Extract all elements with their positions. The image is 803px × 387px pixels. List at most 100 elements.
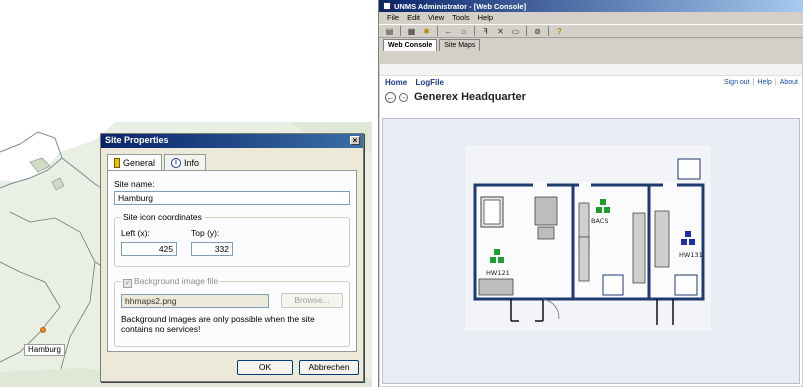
general-tab-panel: Site name: Hamburg Site icon coordinates…	[107, 170, 357, 352]
toolbar-separator	[548, 26, 549, 36]
web-page: Home LogFile Sign out | Help | About ← → Gen…	[380, 64, 802, 386]
device-label: HW131	[679, 251, 703, 259]
door-gap	[579, 182, 591, 188]
save-icon[interactable]: ▤	[385, 27, 394, 36]
outside-box	[677, 158, 701, 180]
furniture	[537, 226, 555, 240]
home-link[interactable]: Home	[385, 78, 407, 87]
tab-site-maps[interactable]: Site Maps	[439, 39, 481, 51]
toolbar-separator	[400, 26, 401, 36]
forward-circle-icon[interactable]: →	[399, 93, 408, 102]
back-arrow-icon[interactable]: ←	[444, 27, 453, 36]
info-icon: i	[171, 157, 182, 168]
nav-links: Home LogFile	[385, 78, 450, 87]
cancel-button[interactable]: Abbrechen	[299, 360, 359, 375]
device-label: HW121	[486, 269, 510, 277]
console-titlebar[interactable]: UNMS Administrator - [Web Console]	[379, 0, 803, 12]
menubar: File Edit View Tools Help	[379, 12, 803, 24]
site-name-field[interactable]: Hamburg	[114, 191, 350, 205]
device-status-icon	[604, 207, 610, 213]
dialog-tabs: General i Info	[107, 154, 208, 171]
floorplan-canvas: HW121 BACS HW131	[382, 118, 800, 384]
yellow-marker-icon	[114, 158, 120, 168]
background-image-group: ✓ Background image file hhmaps2.png Brows…	[114, 276, 350, 347]
toolbar-separator	[526, 26, 527, 36]
cabinet	[674, 274, 698, 296]
screenshot-root: Hamburg Site Properties × General i Info…	[0, 0, 803, 387]
dialog-titlebar[interactable]: Site Properties ×	[101, 134, 363, 148]
sign-out-link[interactable]: Sign out	[724, 79, 750, 86]
background-image-label: Background image file	[134, 276, 219, 286]
menu-view[interactable]: View	[428, 13, 444, 23]
site-properties-dialog: Site Properties × General i Info Site na…	[100, 133, 364, 382]
city-label: Hamburg	[24, 344, 65, 356]
home-icon[interactable]: ⌂	[459, 27, 468, 36]
help-link[interactable]: Help	[757, 79, 771, 86]
furniture	[534, 196, 558, 226]
back-circle-icon[interactable]: ←	[385, 92, 396, 103]
format-icon[interactable]: ꟻ	[481, 27, 490, 36]
coords-group-title: Site icon coordinates	[121, 212, 204, 222]
left-x-label: Left (x):	[121, 228, 150, 238]
tab-info-label: Info	[184, 157, 200, 168]
close-icon[interactable]: ×	[350, 136, 360, 145]
tab-info[interactable]: i Info	[164, 154, 207, 170]
furniture	[478, 278, 514, 296]
device-status-icon	[681, 239, 687, 245]
page-header-strip	[380, 64, 802, 76]
device-status-icon	[685, 231, 691, 237]
device-status-icon	[498, 257, 504, 263]
tab-general-label: General	[123, 158, 156, 168]
background-image-checkbox[interactable]: ✓	[123, 279, 132, 288]
app-icon	[383, 2, 391, 10]
background-file-field[interactable]: hhmaps2.png	[121, 294, 269, 308]
about-link[interactable]: About	[780, 79, 798, 86]
device-label: BACS	[591, 217, 608, 225]
toolbar-separator	[474, 26, 475, 36]
ok-button[interactable]: OK	[237, 360, 293, 375]
furniture	[483, 199, 501, 225]
user-links: Sign out | Help | About	[724, 79, 798, 86]
page-title: Generex Headquarter	[414, 91, 526, 103]
dialog-title: Site Properties	[105, 135, 169, 145]
device-status-icon	[600, 199, 606, 205]
background-image-checkbox-row[interactable]: ✓ Background image file	[121, 276, 221, 288]
rack	[578, 236, 590, 282]
cabinet	[602, 274, 624, 296]
console-window-title: UNMS Administrator - [Web Console]	[394, 1, 527, 11]
delete-icon[interactable]: ✕	[496, 27, 505, 36]
help-icon[interactable]: ?	[555, 27, 564, 36]
link-separator: |	[774, 79, 777, 86]
link-separator: |	[752, 79, 755, 86]
web-console-window: UNMS Administrator - [Web Console] File …	[378, 0, 803, 387]
toolbar-separator	[437, 26, 438, 36]
background-note: Background images are only possible when…	[121, 314, 315, 334]
menu-help[interactable]: Help	[478, 13, 493, 23]
menu-file[interactable]: File	[387, 13, 399, 23]
logfile-link[interactable]: LogFile	[415, 78, 443, 87]
bug-icon[interactable]: ✱	[422, 27, 431, 36]
rack	[654, 210, 670, 268]
device-status-icon	[689, 239, 695, 245]
device-status-icon	[494, 249, 500, 255]
left-x-field[interactable]: 425	[121, 242, 177, 256]
site-name-label: Site name:	[114, 179, 155, 189]
binoculars-icon[interactable]: ⊚	[533, 27, 542, 36]
tab-web-console[interactable]: Web Console	[383, 39, 438, 51]
device-status-icon	[596, 207, 602, 213]
device-status-icon	[490, 257, 496, 263]
hamburg-marker[interactable]	[40, 327, 46, 333]
coords-group: Site icon coordinates Left (x): 425 Top …	[114, 212, 350, 267]
door-gap	[533, 182, 547, 188]
browse-button[interactable]: Browse...	[281, 293, 343, 308]
rack	[632, 212, 646, 284]
properties-icon[interactable]: ▭	[511, 27, 520, 36]
floorplan: HW121 BACS HW131	[465, 145, 711, 331]
grid-icon[interactable]: ▦	[407, 27, 416, 36]
menu-edit[interactable]: Edit	[407, 13, 420, 23]
toolbar: ▤ ▦ ✱ ← ⌂ ꟻ ✕ ▭ ⊚ ?	[379, 24, 803, 38]
tab-general[interactable]: General	[107, 154, 163, 171]
menu-tools[interactable]: Tools	[452, 13, 470, 23]
top-y-field[interactable]: 332	[191, 242, 233, 256]
door-gap	[663, 182, 677, 188]
